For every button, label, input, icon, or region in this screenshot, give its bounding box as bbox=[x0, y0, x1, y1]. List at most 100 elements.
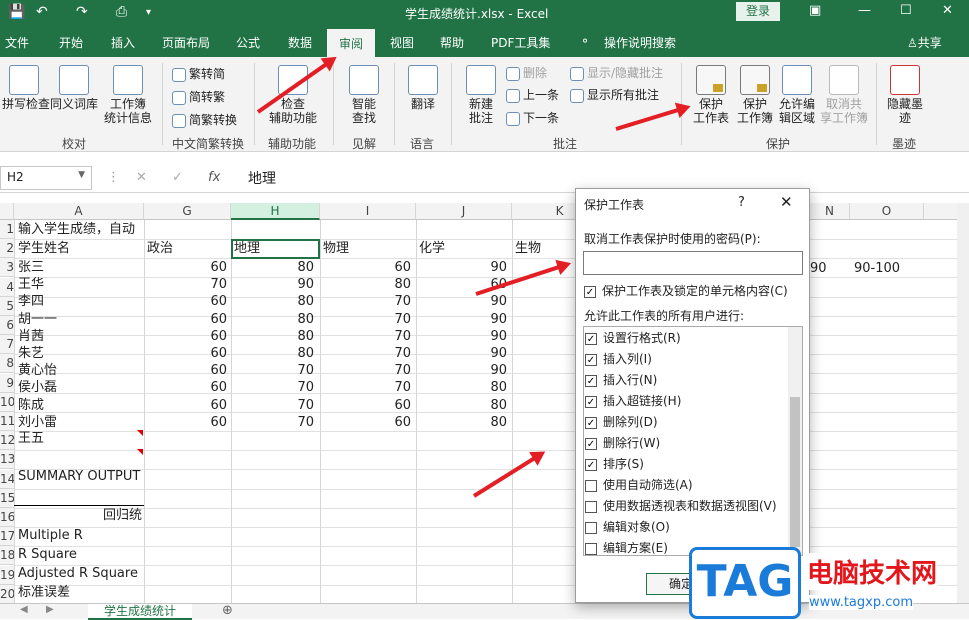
tab-formulas[interactable]: 公式 bbox=[236, 34, 260, 51]
login-button[interactable]: 登录 bbox=[736, 2, 780, 21]
permissions-scrollbar[interactable] bbox=[788, 327, 802, 555]
score-cell[interactable]: 60 bbox=[323, 397, 415, 415]
column-header-g[interactable]: G bbox=[144, 203, 231, 220]
score-cell[interactable]: 80 bbox=[419, 397, 511, 415]
student-name-cell[interactable]: 侯小磊 bbox=[18, 379, 142, 397]
score-cell[interactable]: 70 bbox=[323, 293, 415, 311]
permission-item[interactable]: 使用数据透视表和数据透视图(V) bbox=[585, 497, 777, 514]
permission-item[interactable]: ✓ 插入超链接(H) bbox=[585, 392, 681, 409]
tab-page-layout[interactable]: 页面布局 bbox=[162, 34, 210, 51]
ribbon-display-icon[interactable]: ▣ bbox=[809, 3, 821, 18]
next-sheet-icon[interactable]: ▶ bbox=[46, 604, 54, 615]
score-cell[interactable]: 80 bbox=[234, 345, 318, 363]
cell-a20[interactable]: Adjusted R Square bbox=[18, 565, 144, 583]
insert-function-icon[interactable]: fx bbox=[208, 170, 220, 185]
cancel-entry-icon[interactable]: ✕ bbox=[136, 170, 147, 185]
score-cell[interactable]: 70 bbox=[323, 328, 415, 346]
score-cell[interactable]: 60 bbox=[147, 414, 231, 432]
score-cell[interactable]: 60 bbox=[147, 311, 231, 329]
score-cell[interactable]: 70 bbox=[234, 362, 318, 380]
student-name-cell[interactable]: 肖茜 bbox=[18, 328, 142, 346]
score-cell[interactable]: 70 bbox=[234, 414, 318, 432]
score-cell[interactable]: 80 bbox=[419, 414, 511, 432]
convert-button[interactable]: 简繁转换 bbox=[172, 113, 237, 128]
unshare-workbook-button[interactable]: 取消共 享工作簿 bbox=[818, 65, 870, 125]
permission-item[interactable]: ✓ 删除行(W) bbox=[585, 434, 660, 451]
score-cell[interactable]: 60 bbox=[147, 259, 231, 277]
row-header[interactable]: 10 bbox=[0, 392, 15, 412]
translate-button[interactable]: 翻译 bbox=[403, 65, 443, 111]
score-cell[interactable]: 60 bbox=[147, 345, 231, 363]
tab-help[interactable]: 帮助 bbox=[440, 34, 464, 51]
permission-checkbox[interactable]: ✓ bbox=[585, 458, 597, 471]
student-name-cell[interactable]: 李四 bbox=[18, 293, 142, 311]
cell-a13[interactable]: 王五 bbox=[18, 430, 142, 448]
share-button[interactable]: ♙共享 bbox=[907, 34, 942, 51]
column-header-h[interactable]: H bbox=[231, 203, 320, 220]
permission-checkbox[interactable]: ✓ bbox=[585, 332, 597, 345]
row-header[interactable]: 3 bbox=[0, 258, 14, 278]
student-name-cell[interactable]: 王华 bbox=[18, 276, 142, 294]
permission-item[interactable]: ✓ 插入列(I) bbox=[585, 350, 652, 367]
student-name-cell[interactable]: 黄心怡 bbox=[18, 362, 142, 380]
score-cell[interactable]: 60 bbox=[323, 259, 415, 277]
name-box[interactable]: H2 ▼ bbox=[0, 166, 92, 190]
spreadsheet-grid[interactable]: A G H I J K N O 1 2 3 4 5 6 7 8 9 10 11 12 13 14 15 16 1… bbox=[0, 203, 969, 603]
row-header[interactable]: 20 bbox=[0, 584, 15, 603]
cell-a21[interactable]: 标准误差 bbox=[18, 584, 142, 602]
tab-pdf-tools[interactable]: PDF工具集 bbox=[491, 34, 550, 51]
column-header-i[interactable]: I bbox=[320, 203, 416, 220]
hide-ink-button[interactable]: 隐藏墨 迹 bbox=[884, 65, 926, 125]
prev-comment-button[interactable]: 上一条 bbox=[506, 88, 559, 103]
new-comment-button[interactable]: 新建 批注 bbox=[458, 65, 504, 125]
score-cell[interactable]: 60 bbox=[323, 414, 415, 432]
row-header[interactable]: 12 bbox=[0, 431, 15, 451]
row-header[interactable]: 16 bbox=[0, 508, 15, 527]
prev-sheet-icon[interactable]: ◀ bbox=[20, 604, 28, 615]
permission-checkbox[interactable] bbox=[585, 479, 597, 492]
score-cell[interactable]: 80 bbox=[234, 293, 318, 311]
minimize-icon[interactable]: — bbox=[858, 3, 871, 18]
show-all-comments-button[interactable]: 显示所有批注 bbox=[570, 88, 659, 103]
permission-item[interactable]: 使用自动筛选(A) bbox=[585, 476, 693, 493]
cell-a1[interactable]: 输入学生成绩，自动 bbox=[18, 221, 142, 239]
sheet-tab[interactable]: 学生成绩统计 bbox=[88, 604, 192, 620]
permission-item[interactable]: ✓ 设置行格式(R) bbox=[585, 329, 681, 346]
row-header[interactable]: 4 bbox=[0, 277, 14, 297]
to-simplified-button[interactable]: 繁转简 bbox=[172, 67, 225, 82]
cell-a19[interactable]: R Square bbox=[18, 546, 142, 564]
score-cell[interactable]: 60 bbox=[147, 328, 231, 346]
row-header[interactable]: 19 bbox=[0, 565, 15, 585]
confirm-entry-icon[interactable]: ✓ bbox=[172, 170, 183, 185]
row-header[interactable]: 15 bbox=[0, 488, 15, 508]
protect-workbook-button[interactable]: 保护 工作簿 bbox=[734, 65, 776, 125]
cell-j2[interactable]: 化学 bbox=[419, 240, 511, 258]
tab-home[interactable]: 开始 bbox=[59, 34, 83, 51]
column-header-n[interactable]: N bbox=[810, 203, 850, 220]
score-cell[interactable]: 80 bbox=[234, 311, 318, 329]
permissions-list[interactable]: ✓ 设置行格式(R) ✓ 插入列(I) ✓ 插入行(N) ✓ 插入超链接(H) ✓ 删除列(D) ✓… bbox=[583, 326, 803, 556]
dialog-close-button[interactable]: ✕ bbox=[780, 193, 793, 211]
score-cell[interactable]: 80 bbox=[419, 379, 511, 397]
row-header[interactable]: 1 bbox=[0, 220, 14, 239]
customize-qat-icon[interactable]: ▾ bbox=[146, 7, 151, 18]
protect-sheet-button[interactable]: 保护 工作表 bbox=[690, 65, 732, 125]
row-header[interactable]: 6 bbox=[0, 316, 14, 335]
cell-g2[interactable]: 政治 bbox=[147, 240, 231, 258]
permission-checkbox[interactable]: ✓ bbox=[585, 437, 597, 450]
score-cell[interactable]: 80 bbox=[234, 259, 318, 277]
column-header-o[interactable]: O bbox=[850, 203, 924, 220]
row-header[interactable]: 2 bbox=[0, 239, 14, 259]
row-header[interactable]: 9 bbox=[0, 373, 14, 393]
score-cell[interactable]: 90 bbox=[419, 293, 511, 311]
score-cell[interactable]: 70 bbox=[323, 379, 415, 397]
student-name-cell[interactable]: 陈成 bbox=[18, 397, 142, 415]
score-cell[interactable]: 60 bbox=[147, 379, 231, 397]
permission-item[interactable]: ✓ 删除列(D) bbox=[585, 413, 658, 430]
permission-item[interactable]: 编辑方案(E) bbox=[585, 539, 668, 555]
cell-a17[interactable]: 回归统 bbox=[18, 507, 142, 525]
row-header[interactable]: 17 bbox=[0, 527, 15, 547]
row-header[interactable]: 18 bbox=[0, 546, 15, 566]
spell-check-button[interactable]: 拼写检查 bbox=[2, 65, 50, 111]
show-hide-comment-button[interactable]: 显示/隐藏批注 bbox=[570, 66, 663, 81]
